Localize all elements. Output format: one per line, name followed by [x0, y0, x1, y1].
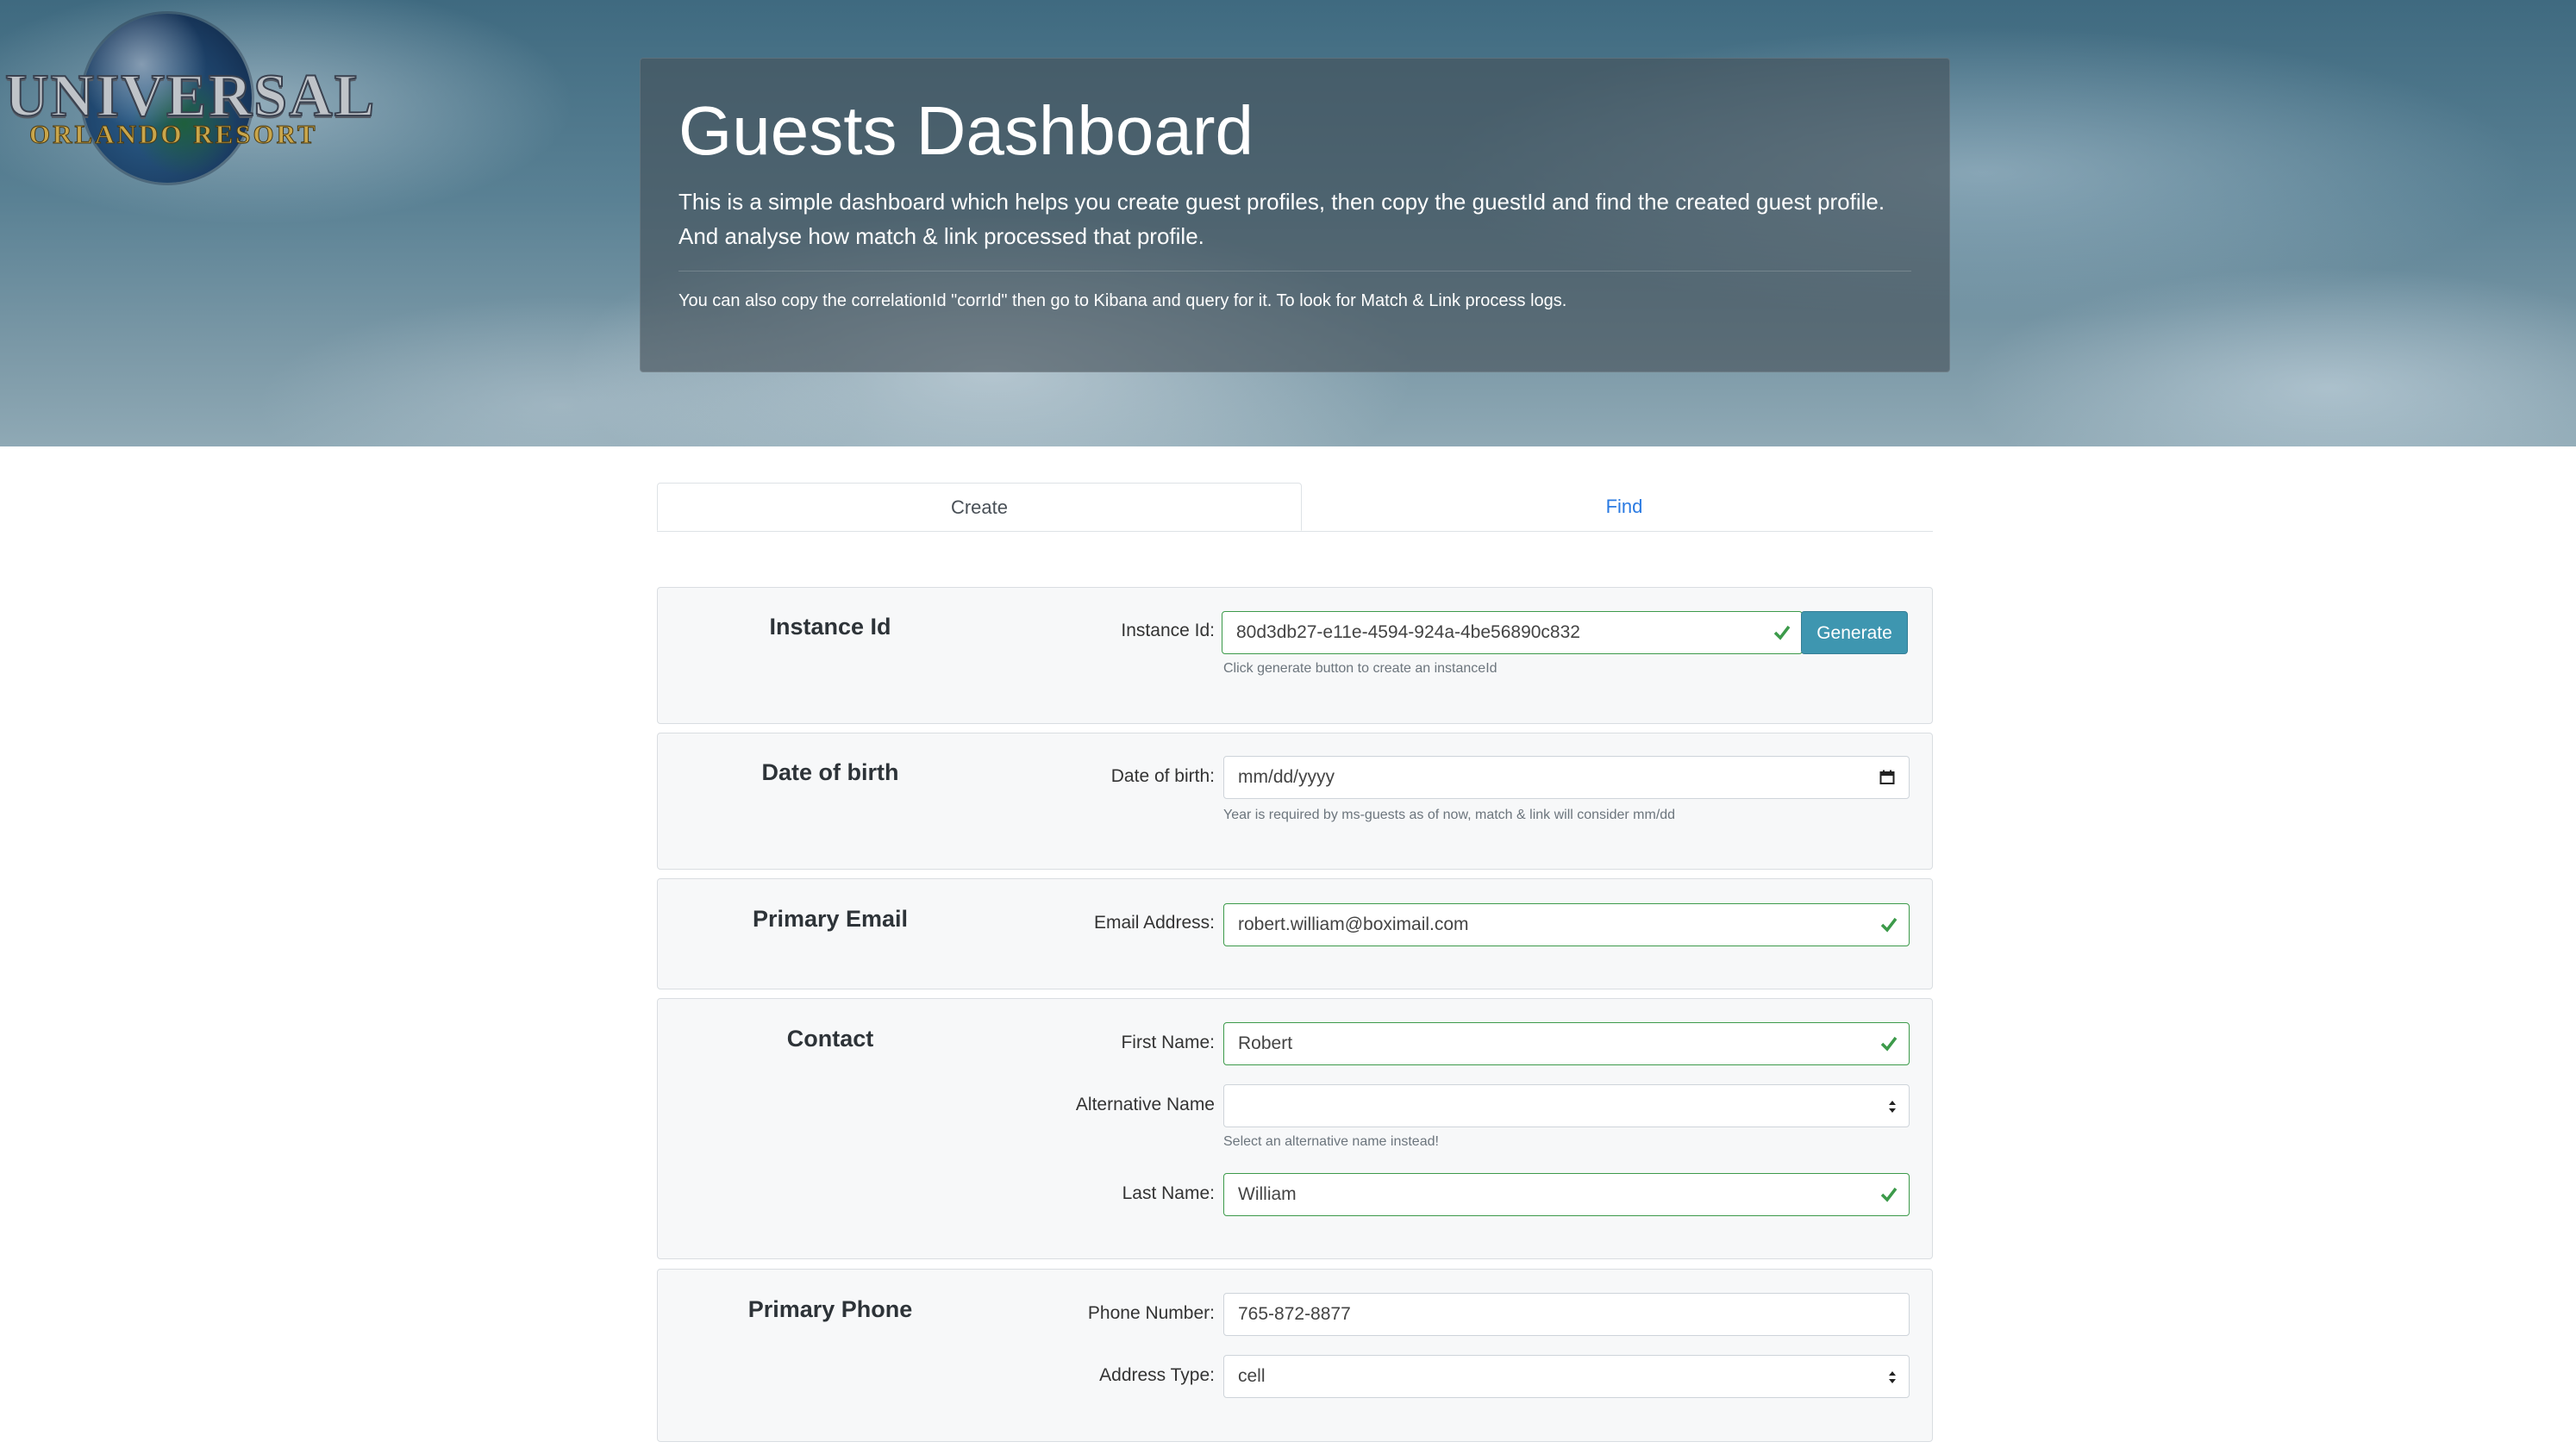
phone-title: Primary Phone — [747, 1296, 913, 1322]
hero-banner: UNIVERSAL ORLANDO RESORT Guests Dashboar… — [0, 0, 2576, 446]
dob-placeholder: mm/dd/yyyy — [1238, 767, 1335, 787]
brand-logo: UNIVERSAL ORLANDO RESORT — [0, 9, 375, 194]
dob-card: Date of birth Date of birth: mm/dd/yyyy … — [657, 733, 1933, 870]
email-input[interactable]: robert.william@boximail.com — [1223, 903, 1910, 946]
jumbotron: Guests Dashboard This is a simple dashbo… — [640, 58, 1950, 372]
check-icon — [1880, 1187, 1898, 1202]
email-card: Primary Email Email Address: robert.will… — [657, 878, 1933, 989]
calendar-icon[interactable] — [1879, 770, 1895, 785]
page-title: Guests Dashboard — [678, 92, 1254, 169]
dob-input[interactable]: mm/dd/yyyy — [1223, 756, 1910, 799]
dob-label: Date of birth: — [1110, 766, 1215, 786]
first-name-label: First Name: — [1121, 1033, 1215, 1052]
instance-id-title: Instance Id — [769, 614, 891, 640]
tab-find[interactable]: Find — [1302, 483, 1947, 531]
address-type-select[interactable]: cell — [1223, 1355, 1910, 1398]
address-type-label: Address Type: — [1099, 1365, 1215, 1385]
email-value: robert.william@boximail.com — [1238, 914, 1469, 934]
phone-number-label: Phone Number: — [1087, 1303, 1215, 1323]
instance-id-help: Click generate button to create an insta… — [1223, 661, 1497, 676]
instance-id-value: 80d3db27-e11e-4594-924a-4be56890c832 — [1236, 622, 1580, 642]
last-name-input[interactable]: William — [1223, 1173, 1910, 1216]
contact-title: Contact — [786, 1026, 874, 1052]
phone-number-value: 765-872-8877 — [1238, 1304, 1351, 1324]
alt-name-select[interactable] — [1223, 1084, 1910, 1127]
select-arrows-icon — [1889, 1101, 1896, 1113]
email-label: Email Address: — [1093, 913, 1215, 933]
instance-id-card: Instance Id Instance Id: 80d3db27-e11e-4… — [657, 587, 1933, 724]
tab-create[interactable]: Create — [657, 483, 1302, 531]
alt-name-help: Select an alternative name instead! — [1223, 1134, 1439, 1149]
instance-id-label: Instance Id: — [1121, 621, 1215, 640]
dob-help: Year is required by ms-guests as of now,… — [1223, 808, 1676, 822]
divider — [678, 271, 1911, 272]
last-name-value: William — [1238, 1184, 1297, 1204]
check-icon — [1880, 917, 1898, 933]
page-note: You can also copy the correlationId "cor… — [678, 291, 1567, 310]
instance-id-input[interactable]: 80d3db27-e11e-4594-924a-4be56890c832 — [1222, 611, 1803, 654]
check-icon — [1880, 1036, 1898, 1052]
generate-button[interactable]: Generate — [1801, 611, 1908, 654]
email-title: Primary Email — [752, 906, 909, 932]
last-name-label: Last Name: — [1122, 1183, 1215, 1203]
logo-subtitle: ORLANDO RESORT — [29, 119, 318, 150]
first-name-input[interactable]: Robert — [1223, 1022, 1910, 1065]
select-arrows-icon — [1889, 1371, 1896, 1383]
phone-number-input[interactable]: 765-872-8877 — [1223, 1293, 1910, 1336]
alt-name-label: Alternative Name — [1075, 1095, 1215, 1114]
page-description: This is a simple dashboard which helps y… — [678, 189, 1885, 249]
tab-bar: Create Find — [657, 483, 1933, 532]
contact-card: Contact First Name: Robert Alternative N… — [657, 998, 1933, 1259]
check-icon — [1773, 625, 1791, 640]
dob-title: Date of birth — [761, 759, 899, 785]
first-name-value: Robert — [1238, 1033, 1293, 1053]
address-type-value: cell — [1238, 1366, 1266, 1386]
phone-card: Primary Phone Phone Number: 765-872-8877… — [657, 1269, 1933, 1442]
